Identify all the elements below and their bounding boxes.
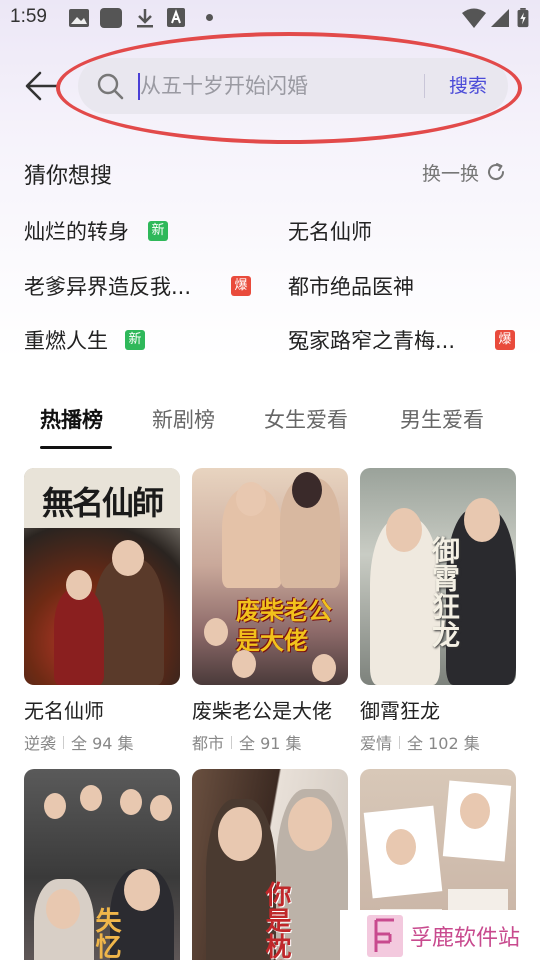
- back-arrow-icon[interactable]: [22, 68, 62, 104]
- drama-meta: 都市 全 91 集: [192, 730, 348, 754]
- watermark-logo-icon: [367, 915, 403, 957]
- tab-girls-favorites[interactable]: 女生爱看: [264, 404, 348, 434]
- tab-hot-ranking[interactable]: 热播榜: [40, 404, 103, 434]
- suggestion-title: 老爹异界造反我...: [24, 275, 192, 299]
- suggestion-title: 冤家路窄之青梅...: [288, 329, 456, 353]
- suggestion-item[interactable]: 冤家路窄之青梅...: [288, 323, 455, 357]
- drama-card[interactable]: 失忆: [24, 769, 180, 960]
- suggestion-title: 灿烂的转身: [24, 220, 129, 244]
- poster-title-text: 御霄狂龙: [428, 536, 461, 648]
- drama-card[interactable]: 無名仙師 无名仙师 逆袭 全 94 集: [24, 468, 180, 754]
- wifi-icon: [462, 8, 486, 28]
- drama-title: 废柴老公是大佬: [192, 699, 332, 723]
- drama-poster: 废柴老公是大佬: [192, 468, 348, 685]
- hot-badge: 爆: [231, 276, 251, 296]
- suggestion-item[interactable]: 都市绝品医神: [288, 269, 414, 303]
- search-button[interactable]: 搜索: [438, 68, 498, 104]
- active-tab-indicator: [40, 446, 112, 449]
- search-input[interactable]: [140, 66, 410, 106]
- drama-episodes: 全 91 集: [239, 734, 302, 753]
- suggestion-title: 重燃人生: [24, 329, 108, 353]
- status-time: 1:59: [10, 6, 47, 27]
- battery-icon: [517, 8, 529, 28]
- drama-meta: 爱情 全 102 集: [360, 730, 516, 754]
- refresh-label: 换一换: [422, 162, 480, 185]
- status-bar: 1:59: [0, 0, 540, 36]
- tab-boys-favorites[interactable]: 男生爱看: [400, 404, 484, 434]
- drama-genre: 都市: [192, 734, 225, 753]
- guess-section-title: 猜你想搜: [24, 164, 113, 189]
- watermark-text: 孚鹿软件站: [410, 926, 521, 951]
- search-icon: [97, 73, 124, 100]
- drama-episodes: 全 94 集: [71, 734, 134, 753]
- drama-card[interactable]: 废柴老公是大佬 废柴老公是大佬 都市 全 91 集: [192, 468, 348, 754]
- meta-divider: [399, 735, 401, 749]
- drama-genre: 爱情: [360, 734, 393, 753]
- suggestion-item[interactable]: 重燃人生: [24, 323, 108, 357]
- refresh-button[interactable]: 换一换: [422, 158, 507, 186]
- refresh-icon: [488, 163, 505, 181]
- drama-episodes: 全 102 集: [407, 734, 480, 753]
- meta-divider: [63, 735, 65, 749]
- hot-badge: 爆: [495, 330, 515, 350]
- poster-title-text: 失忆: [91, 907, 121, 959]
- suggestion-item[interactable]: 老爹异界造反我...: [24, 269, 191, 303]
- new-badge: 新: [125, 330, 145, 350]
- drama-poster: 你是枕边: [192, 769, 348, 960]
- download-icon: [137, 9, 153, 28]
- poster-title-text: 無名仙師: [42, 484, 164, 522]
- signal-icon: [491, 9, 509, 27]
- drama-title: 御霄狂龙: [360, 699, 440, 723]
- suggestion-title: 都市绝品医神: [288, 275, 414, 299]
- watermark: 孚鹿软件站: [340, 910, 540, 960]
- drama-genre: 逆袭: [24, 734, 57, 753]
- drama-poster: 御霄狂龙: [360, 468, 516, 685]
- suggestion-title: 无名仙师: [288, 220, 372, 244]
- drama-poster: 失忆: [24, 769, 180, 960]
- search-divider: [424, 74, 425, 98]
- meta-divider: [231, 735, 233, 749]
- suggestion-item[interactable]: 无名仙师: [288, 214, 372, 248]
- drama-poster: 無名仙師: [24, 468, 180, 685]
- poster-title-text: 你是枕边: [261, 881, 291, 960]
- notification-dot-icon: [206, 14, 213, 21]
- drama-meta: 逆袭 全 94 集: [24, 730, 180, 754]
- new-badge: 新: [148, 221, 168, 241]
- drama-card[interactable]: 御霄狂龙 御霄狂龙 爱情 全 102 集: [360, 468, 516, 754]
- tab-new-drama-ranking[interactable]: 新剧榜: [152, 404, 215, 434]
- search-bar[interactable]: 搜索: [78, 58, 508, 114]
- app-square-icon: [100, 8, 122, 28]
- text-format-icon: [167, 8, 185, 27]
- drama-title: 无名仙师: [24, 699, 104, 723]
- drama-card[interactable]: 你是枕边: [192, 769, 348, 960]
- poster-title-text: 废柴老公是大佬: [236, 596, 332, 655]
- image-icon: [69, 9, 89, 27]
- suggestion-item[interactable]: 灿烂的转身: [24, 214, 129, 248]
